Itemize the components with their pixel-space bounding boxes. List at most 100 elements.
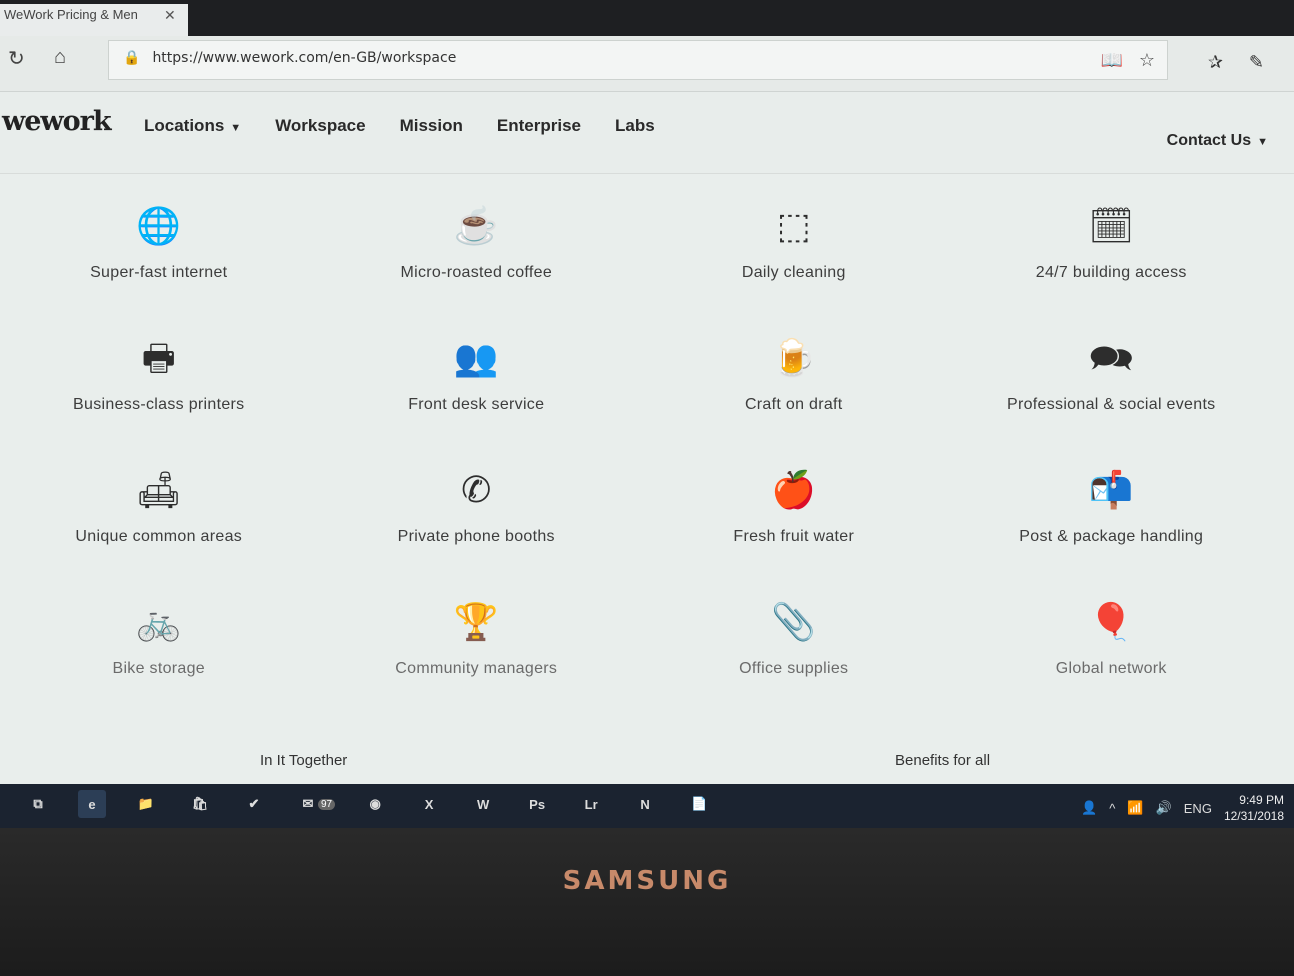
trophy-icon: 🏆: [453, 601, 499, 642]
windows-taskbar: ⧉ e 📁 🛍 ✔ ✉ 97 ◉ X W Ps Lr N 📄 👤 ^ 📶 🔊 ENG 9:49 PM 12…: [0, 784, 1294, 828]
globe-stand-icon: 🎈: [1088, 601, 1134, 642]
amenity-label: Community managers: [395, 660, 558, 677]
edge-icon[interactable]: e: [78, 790, 106, 818]
system-tray: 👤 ^ 📶 🔊 ENG 9:49 PM 12/31/2018: [1081, 792, 1284, 824]
word-icon[interactable]: W: [469, 790, 497, 818]
contact-us-menu[interactable]: Contact Us ▼: [1167, 132, 1268, 150]
amenity-item: 🚲 Bike storage: [0, 588, 318, 720]
benefits-link[interactable]: Benefits for all: [895, 752, 990, 769]
home-icon[interactable]: ⌂: [54, 46, 66, 69]
amenity-label: Bike storage: [112, 660, 206, 677]
reading-view-icon[interactable]: 📖: [1100, 50, 1122, 71]
calendar-icon: 🗓: [1088, 205, 1135, 246]
volume-icon[interactable]: 🔊: [1156, 800, 1172, 816]
amenity-item: 📬 Post & package handling: [953, 456, 1271, 588]
beer-icon: 🍺: [771, 337, 817, 378]
excel-icon[interactable]: X: [415, 790, 443, 818]
amenity-item: 👥 Front desk service: [318, 324, 636, 456]
amenity-label: 24/7 building access: [1035, 264, 1187, 281]
globe-icon: 🌐: [136, 205, 182, 246]
refresh-icon[interactable]: ↻: [8, 46, 25, 71]
web-page: wework Locations ▼ Workspace Mission Ente…: [0, 92, 1294, 784]
amenity-item: 🗓 24/7 building access: [953, 192, 1271, 324]
task-view-icon[interactable]: ⧉: [24, 790, 52, 818]
amenity-item: 🍺 Craft on draft: [635, 324, 953, 456]
photoshop-icon[interactable]: Ps: [523, 790, 551, 818]
favorites-hub-icon[interactable]: ✰: [1208, 52, 1223, 73]
nav-enterprise[interactable]: Enterprise: [497, 116, 581, 136]
armchair-icon: 🛋: [135, 469, 182, 510]
apple-icon: 🍎: [771, 469, 817, 510]
amenity-item: 🍎 Fresh fruit water: [635, 456, 953, 588]
mail-badge: 97: [318, 798, 336, 810]
bike-icon: 🚲: [136, 601, 182, 642]
amenity-label: Front desk service: [408, 396, 545, 413]
paperclip-icon: 📎: [771, 601, 817, 642]
network-icon[interactable]: 📶: [1127, 800, 1143, 816]
amenity-label: Craft on draft: [744, 396, 843, 413]
amenity-item: 🛋 Unique common areas: [0, 456, 318, 588]
amenity-label: Micro-roasted coffee: [400, 264, 553, 281]
chevron-down-icon: ▼: [230, 122, 242, 134]
store-icon[interactable]: 🛍: [186, 790, 214, 818]
amenity-item: 📎 Office supplies: [635, 588, 953, 720]
clock[interactable]: 9:49 PM 12/31/2018: [1224, 792, 1284, 824]
amenity-label: Professional & social events: [1006, 396, 1216, 413]
amenity-label: Fresh fruit water: [733, 528, 855, 545]
language-indicator[interactable]: ENG: [1184, 801, 1212, 816]
wework-logo[interactable]: wework: [2, 106, 112, 137]
onenote-icon[interactable]: N: [631, 790, 659, 818]
cleaning-icon: ⬚: [776, 205, 811, 246]
amenity-grid: 🌐 Super-fast internet ☕ Micro-roasted coffe…: [0, 192, 1270, 720]
browser-tab[interactable]: WeWork Pricing & Men ✕: [0, 4, 188, 36]
amenity-item: 🖶 Business-class printers: [0, 324, 318, 456]
amenity-label: Office supplies: [739, 660, 849, 677]
amenity-item: ✆ Private phone booths: [318, 456, 636, 588]
coffee-icon: ☕: [453, 205, 499, 246]
printer-icon: 🖶: [141, 337, 176, 378]
clock-date: 12/31/2018: [1223, 809, 1284, 823]
amenity-item: 🏆 Community managers: [318, 588, 636, 720]
samsung-logo: SAMSUNG: [562, 866, 732, 896]
amenity-label: Daily cleaning: [741, 264, 846, 281]
phone-icon: ✆: [461, 469, 492, 510]
chat-icon: 🗪: [1088, 337, 1134, 378]
nav-locations[interactable]: Locations ▼: [144, 116, 241, 136]
amenity-item: 🎈 Global network: [953, 588, 1271, 720]
pen-icon[interactable]: ✎: [1249, 52, 1264, 73]
amenity-label: Global network: [1055, 660, 1167, 677]
clock-time: 9:49 PM: [1239, 793, 1284, 807]
nav-labs[interactable]: Labs: [615, 116, 655, 136]
amenity-label: Unique common areas: [75, 528, 243, 545]
nav-mission[interactable]: Mission: [400, 116, 463, 136]
site-header: wework Locations ▼ Workspace Mission Ente…: [0, 92, 1294, 174]
amenity-item: ☕ Micro-roasted coffee: [318, 192, 636, 324]
laptop-bezel: SAMSUNG: [0, 828, 1294, 976]
amenity-label: Super-fast internet: [90, 264, 228, 281]
mail-icon: 📬: [1088, 469, 1134, 510]
in-it-together-link[interactable]: In It Together: [260, 752, 347, 769]
amenity-item: 🌐 Super-fast internet: [0, 192, 318, 324]
taskbar-apps: ⧉ e 📁 🛍 ✔ ✉ 97 ◉ X W Ps Lr N 📄: [24, 790, 713, 818]
tasks-icon[interactable]: ✔: [240, 790, 268, 818]
amenity-label: Business-class printers: [73, 396, 245, 413]
chevron-down-icon: ▼: [1257, 136, 1268, 148]
favorite-star-icon[interactable]: ☆: [1139, 50, 1155, 71]
amenity-label: Post & package handling: [1019, 528, 1204, 545]
lightroom-icon[interactable]: Lr: [577, 790, 605, 818]
file-explorer-icon[interactable]: 📁: [132, 790, 160, 818]
people-icon: 👥: [453, 337, 499, 378]
amenity-item: ⬚ Daily cleaning: [635, 192, 953, 324]
app-icon[interactable]: 📄: [685, 790, 713, 818]
main-nav: Locations ▼ Workspace Mission Enterprise …: [144, 116, 655, 136]
url-field[interactable]: 🔒 https://www.wework.com/en-GB/workspace…: [108, 40, 1168, 80]
browser-address-bar: ↻ ⌂ 🔒 https://www.wework.com/en-GB/works…: [0, 36, 1294, 92]
nav-workspace[interactable]: Workspace: [275, 116, 365, 136]
people-icon[interactable]: 👤: [1081, 800, 1097, 816]
browser-globe-icon[interactable]: ◉: [361, 790, 389, 818]
tab-close-icon[interactable]: ✕: [164, 7, 176, 24]
url-text: https://www.wework.com/en-GB/workspace: [152, 50, 457, 66]
tab-title: WeWork Pricing & Men: [4, 7, 138, 22]
chevron-up-icon[interactable]: ^: [1109, 801, 1115, 816]
lock-icon: 🔒: [123, 50, 141, 66]
